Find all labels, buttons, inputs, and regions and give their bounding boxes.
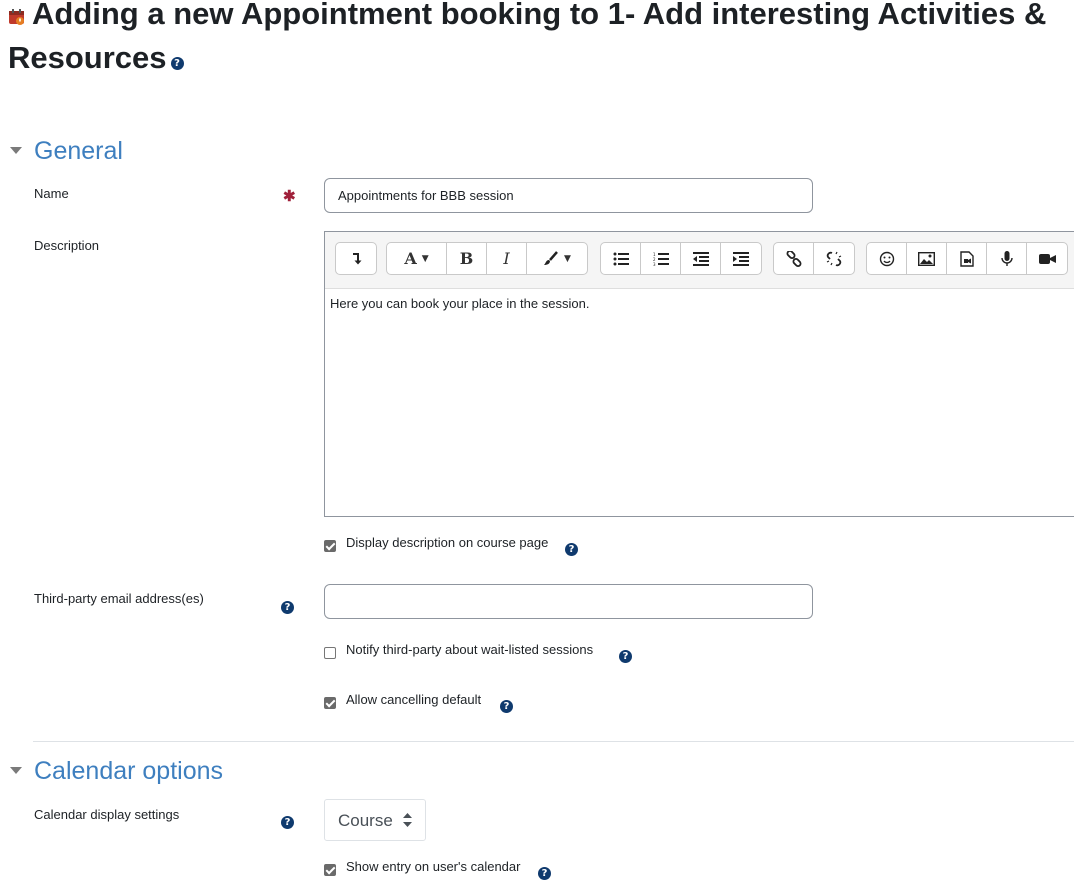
emoji-icon[interactable] (867, 243, 907, 274)
italic-icon[interactable]: I (487, 243, 527, 274)
section-title-calendar[interactable]: Calendar options (34, 756, 223, 786)
image-icon[interactable] (907, 243, 947, 274)
section-title-general[interactable]: General (34, 136, 123, 166)
show-more-icon[interactable] (336, 243, 376, 274)
link-icon[interactable] (774, 243, 814, 274)
editor-toolbar: A ▼ B I ▼ 123 (325, 232, 1074, 289)
allow-cancelling-label[interactable]: Allow cancelling default (346, 692, 481, 707)
sort-arrows-icon (403, 813, 412, 827)
description-label: Description (34, 238, 100, 253)
help-icon[interactable]: ? (565, 543, 578, 556)
third-party-email-input[interactable] (324, 584, 813, 619)
help-icon[interactable]: ? (281, 816, 294, 829)
toolbar-group-lists: 123 (600, 242, 762, 275)
required-icon: ✱ (283, 188, 296, 205)
calendar-display-select[interactable]: Course (324, 799, 426, 841)
editor-content[interactable]: Here you can book your place in the sess… (330, 296, 589, 311)
page-title-text: Adding a new Appointment booking to 1- A… (8, 0, 1047, 75)
third-party-email-label: Third-party email address(es) (34, 591, 204, 606)
calendar-display-value: Course (338, 811, 393, 830)
toolbar-group-style: A ▼ B I ▼ (386, 242, 588, 275)
ordered-list-icon[interactable]: 123 (641, 243, 681, 274)
allow-cancelling-checkbox[interactable] (324, 697, 336, 709)
unlink-icon[interactable] (814, 243, 854, 274)
help-icon[interactable]: ? (538, 867, 551, 880)
help-icon[interactable]: ? (170, 57, 184, 70)
collapse-caret-icon[interactable] (10, 767, 22, 774)
description-editor[interactable]: A ▼ B I ▼ 123 Here you can book your pla… (324, 231, 1074, 517)
section-divider (33, 741, 1074, 742)
record-audio-icon[interactable] (987, 243, 1027, 274)
calendar-icon (9, 9, 24, 25)
help-icon[interactable]: ? (281, 601, 294, 614)
bold-icon[interactable]: B (447, 243, 487, 274)
notify-third-party-label[interactable]: Notify third-party about wait-listed ses… (346, 642, 593, 657)
svg-text:3: 3 (653, 262, 656, 266)
notify-third-party-checkbox[interactable] (324, 647, 336, 659)
page-title: Adding a new Appointment booking to 1- A… (8, 0, 1074, 80)
media-icon[interactable] (947, 243, 987, 274)
font-style-icon[interactable]: A ▼ (387, 243, 447, 274)
collapse-caret-icon[interactable] (10, 147, 22, 154)
display-description-label[interactable]: Display description on course page (346, 535, 548, 550)
show-entry-checkbox[interactable] (324, 864, 336, 876)
indent-icon[interactable] (721, 243, 761, 274)
show-entry-label[interactable]: Show entry on user's calendar (346, 859, 520, 874)
toolbar-group-media (866, 242, 1068, 275)
help-icon[interactable]: ? (500, 700, 513, 713)
unordered-list-icon[interactable] (601, 243, 641, 274)
toolbar-group-links (773, 242, 855, 275)
calendar-display-label: Calendar display settings (34, 807, 180, 822)
name-label: Name (34, 186, 69, 201)
help-icon[interactable]: ? (619, 650, 632, 663)
outdent-icon[interactable] (681, 243, 721, 274)
record-video-icon[interactable] (1027, 243, 1067, 274)
name-input[interactable] (324, 178, 813, 213)
toolbar-group-more (335, 242, 377, 275)
display-description-checkbox[interactable] (324, 540, 336, 552)
text-color-icon[interactable]: ▼ (527, 243, 587, 274)
